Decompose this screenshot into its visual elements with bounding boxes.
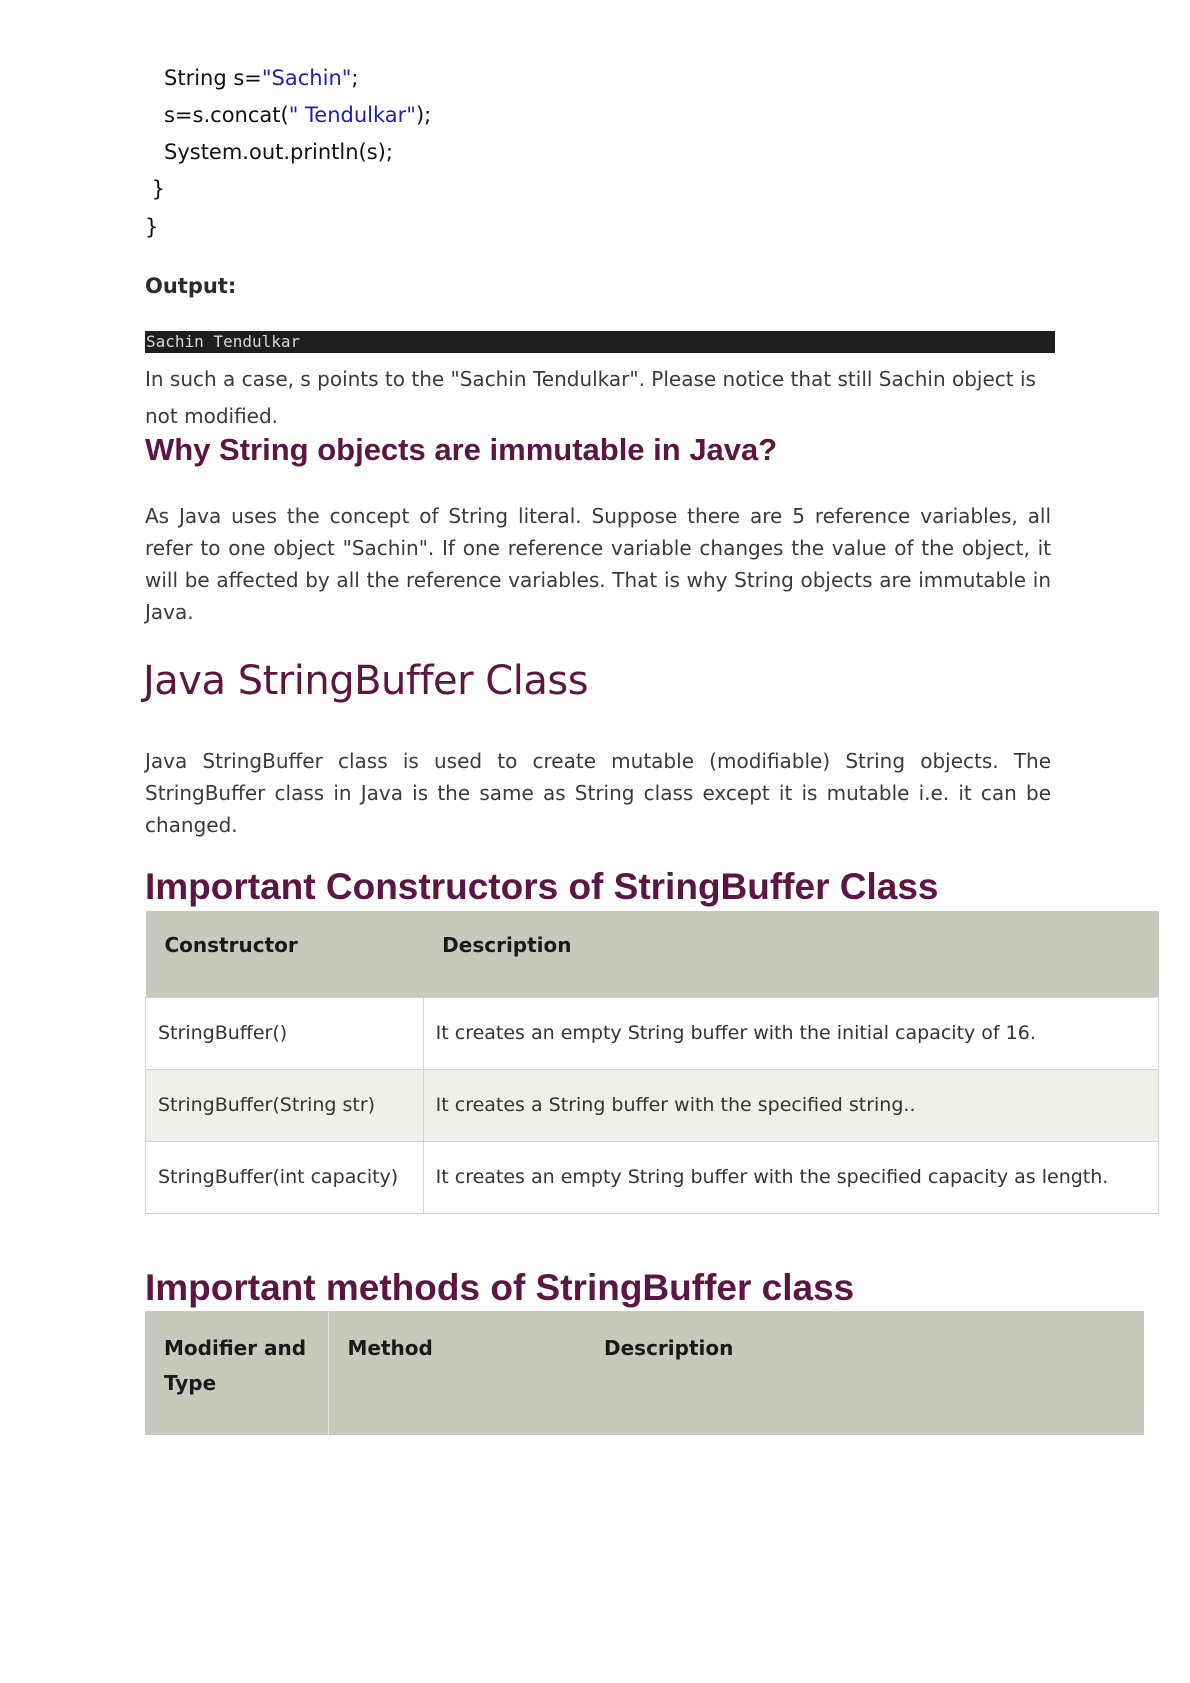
description-cell: It creates an empty String buffer with t… [422, 1140, 1160, 1214]
column-header: Constructor [145, 911, 424, 997]
paragraph-stringbuffer: Java StringBuffer class is used to creat… [145, 749, 1051, 837]
code-text: String s= [164, 66, 262, 90]
paragraph-why-immutable: As Java uses the concept of String liter… [145, 504, 1051, 624]
description-cell: It creates an empty String buffer with t… [422, 996, 1160, 1070]
code-text: ; [351, 66, 359, 90]
constructors-table: Constructor Description StringBuffer() I… [145, 911, 1160, 1214]
code-text: ); [415, 103, 432, 127]
table-header-row: Constructor Description [145, 911, 1159, 997]
table-row: StringBuffer(int capacity) It creates an… [145, 1140, 1160, 1214]
table-row: StringBuffer() It creates an empty Strin… [145, 996, 1160, 1070]
constructor-cell: StringBuffer() [145, 996, 424, 1070]
code-line-1: String s="Sachin"; [164, 65, 359, 91]
column-header: Description [423, 911, 1159, 997]
constructor-cell: StringBuffer(int capacity) [145, 1140, 424, 1214]
code-line-2: s=s.concat(" Tendulkar"); [164, 102, 431, 128]
constructor-cell: StringBuffer(String str) [145, 1068, 424, 1142]
table-header-row: Modifier and Type Method Description [145, 1311, 1144, 1435]
console-output: Sachin Tendulkar [145, 331, 1055, 353]
heading-why-immutable: Why String objects are immutable in Java… [145, 432, 778, 467]
column-header: Modifier and Type [145, 1311, 329, 1435]
code-line-5: } [145, 215, 159, 239]
column-header: Description [585, 1311, 1144, 1435]
heading-methods: Important methods of StringBuffer class [145, 1267, 855, 1308]
code-text: s=s.concat( [164, 103, 289, 127]
column-header: Method [328, 1311, 585, 1435]
code-line-4: } [145, 177, 166, 201]
code-string-literal: " Tendulkar" [288, 103, 416, 127]
code-line-3: System.out.println(s); [164, 140, 393, 164]
description-cell: It creates a String buffer with the spec… [422, 1068, 1160, 1142]
methods-table: Modifier and Type Method Description [145, 1311, 1144, 1435]
output-label: Output: [145, 274, 237, 298]
document-page: String s="Sachin"; s=s.concat(" Tendulka… [0, 0, 1190, 1683]
code-string-literal: "Sachin" [261, 66, 352, 90]
heading-constructors: Important Constructors of StringBuffer C… [145, 866, 939, 907]
table-row: StringBuffer(String str) It creates a St… [145, 1068, 1160, 1142]
paragraph-after-output: In such a case, s points to the "Sachin … [145, 367, 1036, 428]
heading-java-stringbuffer: Java StringBuffer Class [143, 658, 589, 704]
